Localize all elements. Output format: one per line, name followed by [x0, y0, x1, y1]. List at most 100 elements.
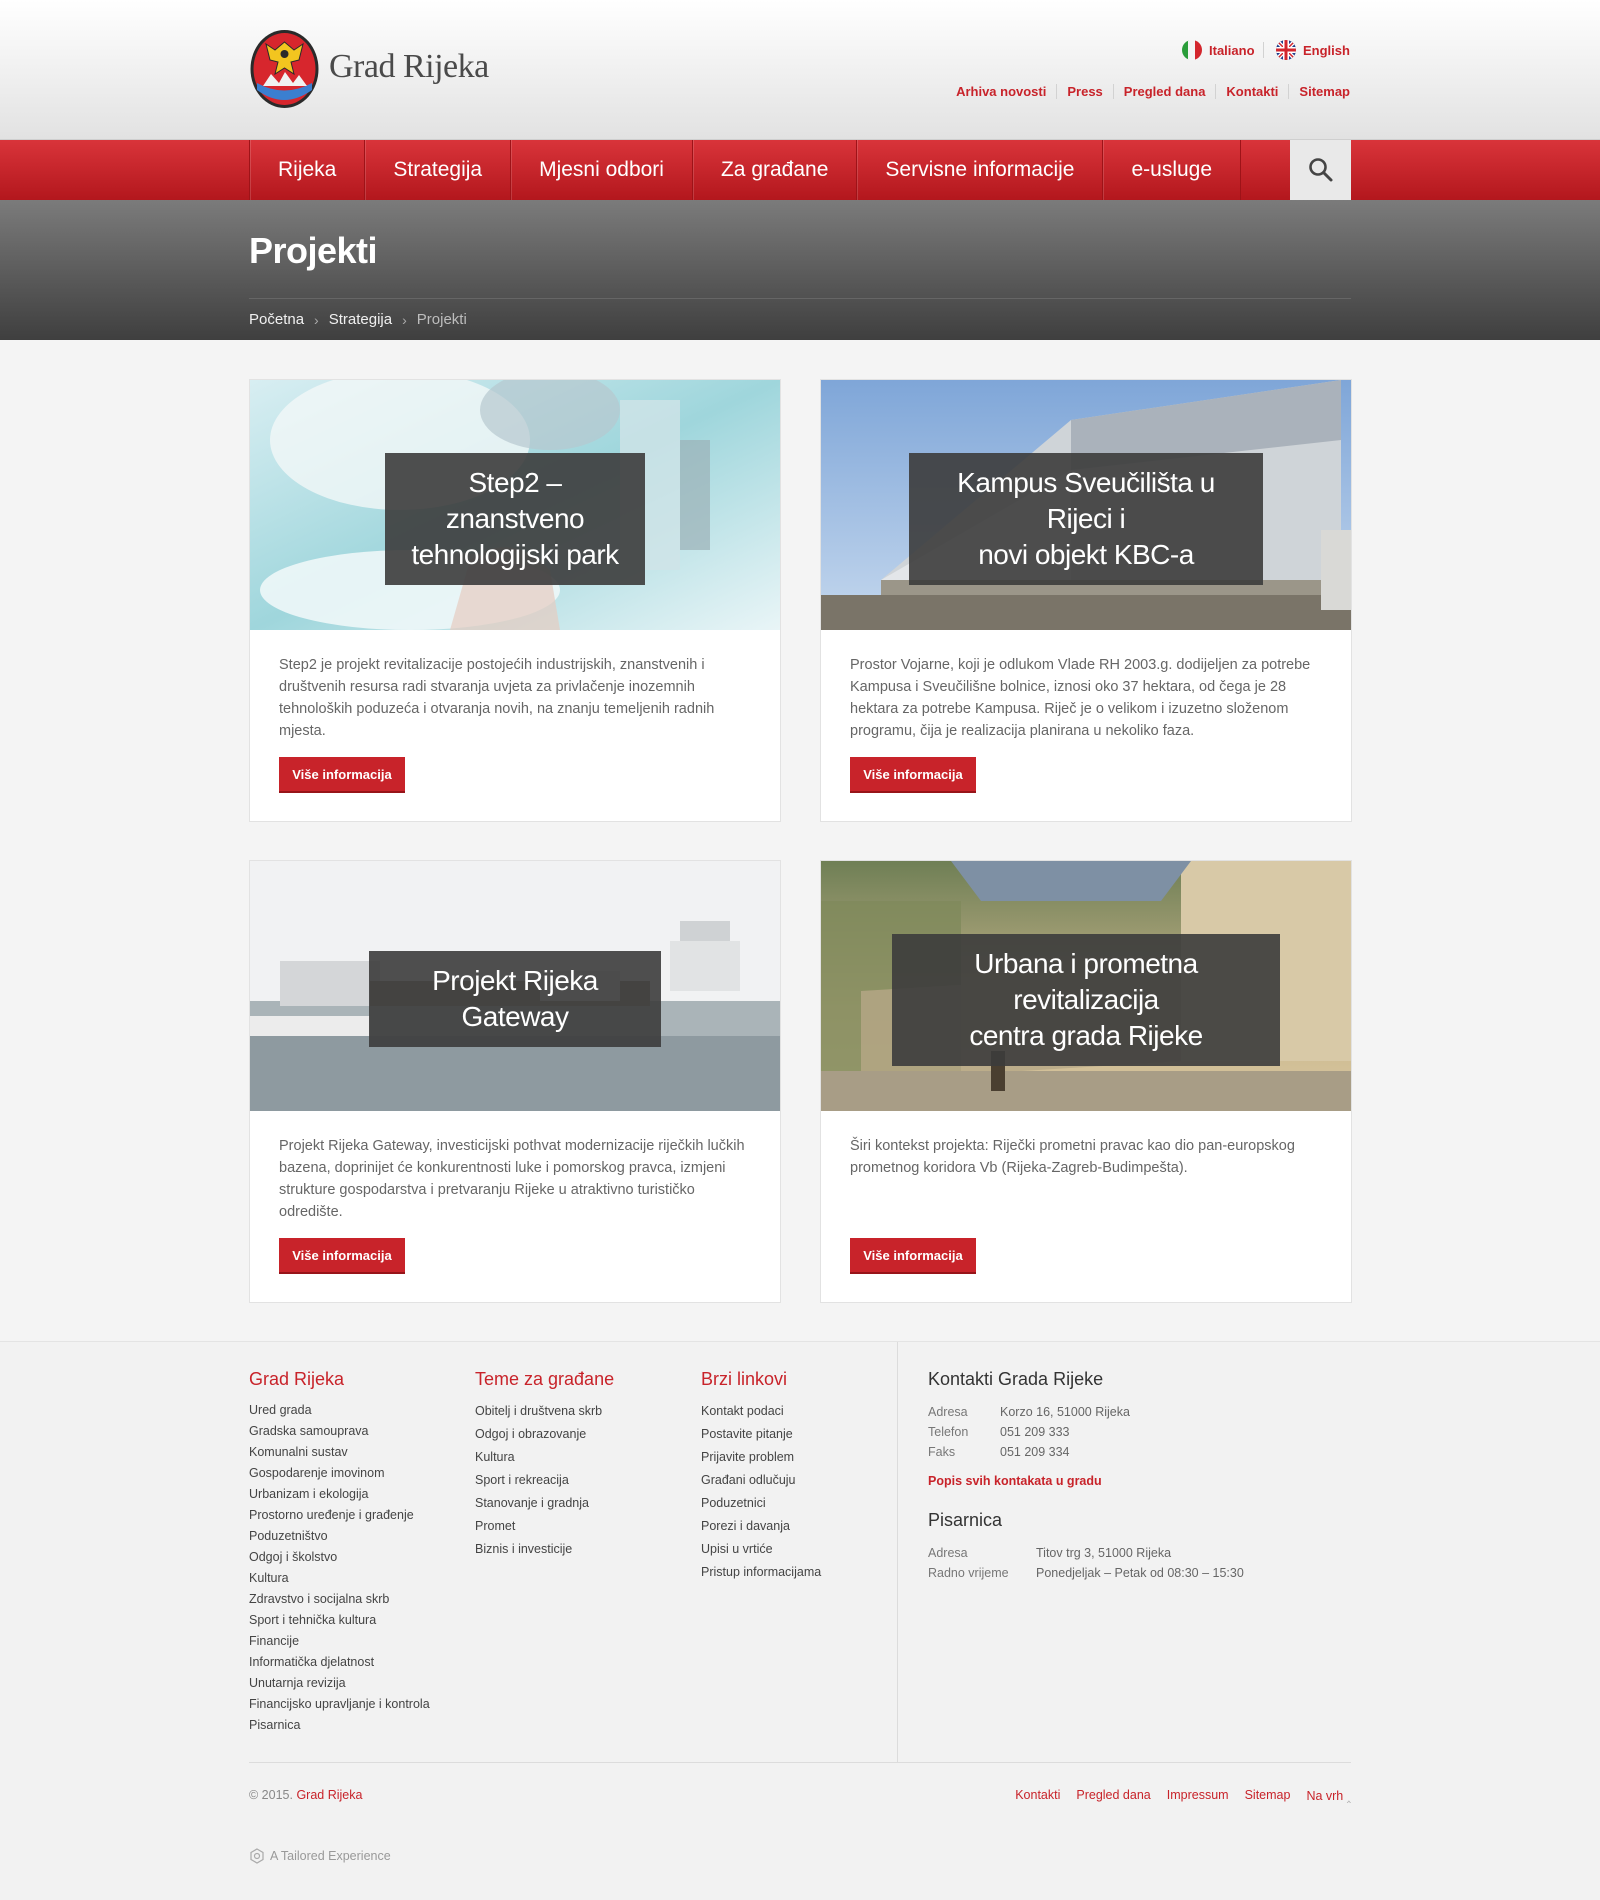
footer-link[interactable]: Odgoj i školstvo	[249, 1547, 430, 1568]
footer-link[interactable]: Ured grada	[249, 1400, 430, 1421]
nav-item-servisne-informacije[interactable]: Servisne informacije	[857, 140, 1104, 200]
footer-horizontal-divider	[249, 1762, 1351, 1763]
top-link-kontakti[interactable]: Kontakti	[1215, 84, 1288, 99]
pisarnica-row: Adresa Titov trg 3, 51000 Rijeka	[928, 1543, 1348, 1563]
search-icon	[1308, 158, 1332, 182]
footer-link[interactable]: Kultura	[475, 1446, 614, 1469]
project-description: Širi kontekst projekta: Riječki prometni…	[850, 1138, 1295, 1176]
project-description: Projekt Rijeka Gateway, investicijski po…	[279, 1138, 745, 1220]
footer-link[interactable]: Pisarnica	[249, 1715, 430, 1736]
project-title-line: centra grada Rijeke	[969, 1020, 1203, 1051]
contact-row: Telefon 051 209 333	[928, 1422, 1348, 1442]
footer-link[interactable]: Sport i rekreacija	[475, 1469, 614, 1492]
copyright-name-link[interactable]: Grad Rijeka	[296, 1788, 362, 1802]
footer-link[interactable]: Financije	[249, 1631, 430, 1652]
contact-value: 051 209 333	[1000, 1425, 1070, 1439]
project-card-step2: Step2 – znanstveno tehnologijski park St…	[249, 379, 781, 822]
breadcrumb-item-strategija[interactable]: Strategija	[329, 311, 392, 328]
footer-link[interactable]: Biznis i investicije	[475, 1538, 614, 1561]
more-info-button[interactable]: Više informacija	[850, 1238, 976, 1272]
footer-link[interactable]: Porezi i davanja	[701, 1515, 821, 1538]
project-card-urbana: Urbana i prometna revitalizacija centra …	[820, 860, 1352, 1303]
contact-value: Ponedjeljak – Petak od 08:30 – 15:30	[1036, 1566, 1244, 1580]
page-header: Projekti Početna › Strategija › Projekti	[0, 200, 1600, 340]
footer-link[interactable]: Obitelj i društvena skrb	[475, 1400, 614, 1423]
breadcrumb: Početna › Strategija › Projekti	[249, 311, 467, 328]
more-info-button[interactable]: Više informacija	[850, 757, 976, 791]
nav-item-za-gradane[interactable]: Za građane	[693, 140, 858, 200]
footer-link[interactable]: Upisi u vrtiće	[701, 1538, 821, 1561]
project-title-gateway[interactable]: Projekt Rijeka Gateway	[369, 951, 661, 1047]
footer-column-teme: Teme za građane Obitelj i društvena skrb…	[475, 1369, 614, 1561]
footer-link-sitemap[interactable]: Sitemap	[1245, 1788, 1291, 1803]
footer-link[interactable]: Kultura	[249, 1568, 430, 1589]
footer-contacts: Kontakti Grada Rijeke Adresa Korzo 16, 5…	[928, 1369, 1348, 1583]
page-title: Projekti	[249, 230, 378, 271]
rijeka-coat-of-arms-logo[interactable]	[249, 28, 320, 110]
italy-flag-icon	[1182, 40, 1202, 60]
footer-link[interactable]: Pristup informacijama	[701, 1561, 821, 1584]
footer-link[interactable]: Poduzetnici	[701, 1492, 821, 1515]
tailored-logo-icon	[250, 1848, 264, 1864]
footer-link[interactable]: Promet	[475, 1515, 614, 1538]
footer-link[interactable]: Odgoj i obrazovanje	[475, 1423, 614, 1446]
site-footer: Grad Rijeka Ured grada Gradska samouprava…	[0, 1341, 1600, 1900]
footer-link[interactable]: Informatička djelatnost	[249, 1652, 430, 1673]
footer-link[interactable]: Gradska samouprava	[249, 1421, 430, 1442]
footer-link-impressum[interactable]: Impressum	[1167, 1788, 1229, 1803]
site-title[interactable]: Grad Rijeka	[329, 48, 489, 86]
language-english-link[interactable]: English	[1275, 39, 1350, 61]
search-button[interactable]	[1290, 140, 1351, 200]
top-link-arhiva-novosti[interactable]: Arhiva novosti	[946, 84, 1056, 99]
project-title-urbana[interactable]: Urbana i prometna revitalizacija centra …	[892, 934, 1280, 1066]
more-info-button[interactable]: Više informacija	[279, 757, 405, 791]
contact-key: Telefon	[928, 1425, 969, 1439]
copyright-prefix: © 2015.	[249, 1788, 293, 1802]
language-italiano-link[interactable]: Italiano	[1181, 39, 1255, 61]
top-link-pregled-dana[interactable]: Pregled dana	[1112, 84, 1216, 99]
footer-link-list: Obitelj i društvena skrb Odgoj i obrazova…	[475, 1400, 614, 1561]
nav-item-rijeka[interactable]: Rijeka	[250, 140, 366, 200]
project-title-line: Kampus Sveučilišta u Rijeci i	[957, 467, 1215, 534]
footer-link-list: Kontakt podaci Postavite pitanje Prijavite…	[701, 1400, 821, 1584]
language-divider	[1263, 42, 1264, 58]
footer-link[interactable]: Sport i tehnička kultura	[249, 1610, 430, 1631]
footer-link[interactable]: Urbanizam i ekologija	[249, 1484, 430, 1505]
contact-key: Adresa	[928, 1405, 968, 1419]
footer-link[interactable]: Unutarnja revizija	[249, 1673, 430, 1694]
top-links: Arhiva novosti Press Pregled dana Kontak…	[946, 84, 1350, 99]
nav-item-mjesni-odbori[interactable]: Mjesni odbori	[511, 140, 693, 200]
footer-link[interactable]: Komunalni sustav	[249, 1442, 430, 1463]
chevron-right-icon: ›	[314, 311, 319, 328]
footer-link[interactable]: Prijavite problem	[701, 1446, 821, 1469]
tailored-experience-credit[interactable]: A Tailored Experience	[249, 1848, 391, 1864]
footer-link[interactable]: Stanovanje i gradnja	[475, 1492, 614, 1515]
footer-link[interactable]: Prostorno uređenje i građenje	[249, 1505, 430, 1526]
nav-item-e-usluge[interactable]: e-usluge	[1103, 140, 1242, 200]
footer-link[interactable]: Poduzetništvo	[249, 1526, 430, 1547]
footer-link-kontakti[interactable]: Kontakti	[1015, 1788, 1060, 1803]
project-title-kampus[interactable]: Kampus Sveučilišta u Rijeci i novi objek…	[909, 453, 1263, 585]
pisarnica-row: Radno vrijeme Ponedjeljak – Petak od 08:…	[928, 1563, 1348, 1583]
all-contacts-link[interactable]: Popis svih kontakata u gradu	[928, 1474, 1348, 1488]
language-english-label: English	[1303, 42, 1350, 58]
more-info-button[interactable]: Više informacija	[279, 1238, 405, 1272]
project-title-line: tehnologijski park	[411, 539, 619, 570]
footer-link[interactable]: Gospodarenje imovinom	[249, 1463, 430, 1484]
breadcrumb-item-pocetna[interactable]: Početna	[249, 311, 304, 328]
footer-link[interactable]: Građani odlučuju	[701, 1469, 821, 1492]
project-card-gateway: Projekt Rijeka Gateway Projekt Rijeka Ga…	[249, 860, 781, 1303]
contact-key: Radno vrijeme	[928, 1566, 1009, 1580]
footer-link[interactable]: Financijsko upravljanje i kontrola	[249, 1694, 430, 1715]
top-link-press[interactable]: Press	[1056, 84, 1112, 99]
top-link-sitemap[interactable]: Sitemap	[1288, 84, 1350, 99]
back-to-top-link[interactable]: Na vrh ‸	[1306, 1788, 1351, 1803]
footer-link[interactable]: Postavite pitanje	[701, 1423, 821, 1446]
footer-link[interactable]: Zdravstvo i socijalna skrb	[249, 1589, 430, 1610]
copyright: © 2015. Grad Rijeka	[249, 1788, 362, 1802]
nav-item-strategija[interactable]: Strategija	[365, 140, 512, 200]
footer-link[interactable]: Kontakt podaci	[701, 1400, 821, 1423]
contact-key: Faks	[928, 1445, 956, 1459]
footer-link-pregled-dana[interactable]: Pregled dana	[1076, 1788, 1150, 1803]
project-title-step2[interactable]: Step2 – znanstveno tehnologijski park	[385, 453, 645, 585]
